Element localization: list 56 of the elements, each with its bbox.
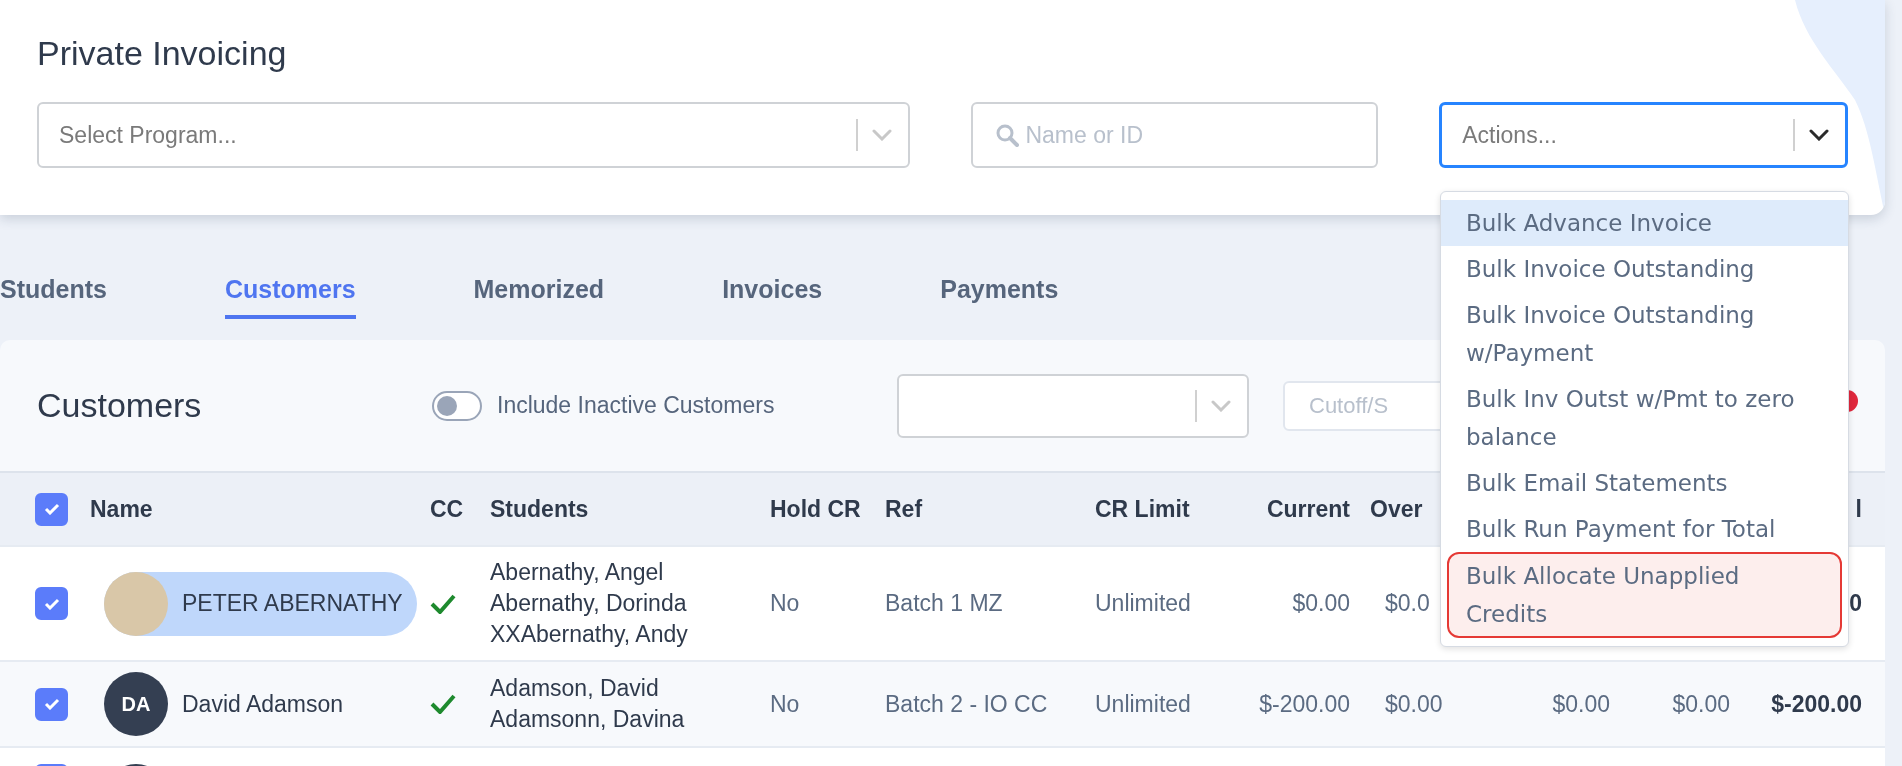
toggle-label: Include Inactive Customers bbox=[497, 392, 776, 419]
row-checkbox[interactable] bbox=[35, 687, 68, 721]
tab[interactable]: Invoices bbox=[722, 267, 823, 319]
check-icon bbox=[43, 503, 60, 515]
toggle-switch[interactable] bbox=[432, 390, 482, 421]
chevron-down-icon[interactable] bbox=[1809, 129, 1829, 141]
page-title: Private Invoicing bbox=[37, 33, 288, 74]
customer-name[interactable]: PETER ABERNATHY bbox=[104, 571, 417, 636]
table-cell: $-200.00 bbox=[1771, 690, 1862, 717]
column-header: Ref bbox=[885, 495, 923, 522]
search-icon bbox=[995, 123, 1020, 147]
table-cell: 0 bbox=[1849, 590, 1862, 616]
table-cell: Batch 1 MZ bbox=[885, 590, 1003, 616]
table-cell: $0.00 bbox=[1672, 690, 1730, 717]
column-header: CC bbox=[430, 495, 464, 522]
menu-item[interactable]: Bulk Advance Invoice bbox=[1441, 200, 1848, 246]
student-name: Adamson, David bbox=[490, 674, 660, 703]
table-cell: Batch 2 - IO CC bbox=[885, 690, 1048, 717]
column-header: Name bbox=[90, 495, 153, 522]
student-name: Abernathy, Angel bbox=[490, 558, 665, 587]
menu-item[interactable]: Bulk Email Statements bbox=[1441, 460, 1848, 506]
check-icon bbox=[43, 597, 60, 610]
program-select[interactable]: Select Program... bbox=[37, 102, 911, 168]
menu-item[interactable]: Bulk Invoice Outstanding bbox=[1441, 246, 1848, 292]
table-cell: $0.00 bbox=[1292, 590, 1350, 616]
table-cell: No bbox=[770, 690, 800, 717]
actions-select[interactable]: Actions... bbox=[1439, 102, 1848, 168]
student-name: Abernathy, Dorinda bbox=[490, 589, 688, 618]
column-header: Students bbox=[490, 495, 589, 522]
tab[interactable]: Students bbox=[0, 267, 107, 319]
column-header: CR Limit bbox=[1095, 495, 1190, 522]
tab[interactable]: Memorized bbox=[473, 267, 605, 319]
select-all-checkbox[interactable] bbox=[35, 492, 68, 526]
column-header: Hold CR bbox=[770, 495, 861, 522]
menu-item[interactable]: Bulk Invoice Outstanding w/Payment bbox=[1441, 292, 1848, 376]
tab[interactable]: Payments bbox=[940, 267, 1059, 319]
table-cell: Unlimited bbox=[1095, 690, 1191, 717]
table-cell: Unlimited bbox=[1095, 590, 1191, 616]
check-icon bbox=[43, 698, 60, 710]
row-checkbox[interactable] bbox=[35, 587, 68, 620]
menu-item[interactable]: Bulk Run Payment for Total bbox=[1441, 506, 1848, 552]
student-name: Adamsonn, Davina bbox=[490, 705, 686, 734]
table-cell: $0.00 bbox=[1385, 690, 1443, 717]
tab[interactable]: Customers bbox=[224, 267, 356, 319]
table-cell: $0.00 bbox=[1552, 690, 1610, 717]
table-cell: $0.0 bbox=[1385, 590, 1430, 616]
table-cell: No bbox=[770, 590, 800, 616]
column-header: Over bbox=[1370, 495, 1423, 522]
customer-name[interactable]: DA David Adamson bbox=[104, 672, 358, 736]
column-header: Current bbox=[1266, 495, 1350, 522]
section-title: Customers bbox=[37, 386, 203, 425]
table-cell: $-200.00 bbox=[1259, 690, 1350, 717]
avatar: DA bbox=[104, 672, 168, 736]
menu-item[interactable]: Bulk Allocate Unapplied Credits bbox=[1447, 552, 1842, 638]
column-header: l bbox=[1855, 495, 1862, 522]
student-name: XXAbernathy, Andy bbox=[490, 620, 689, 649]
